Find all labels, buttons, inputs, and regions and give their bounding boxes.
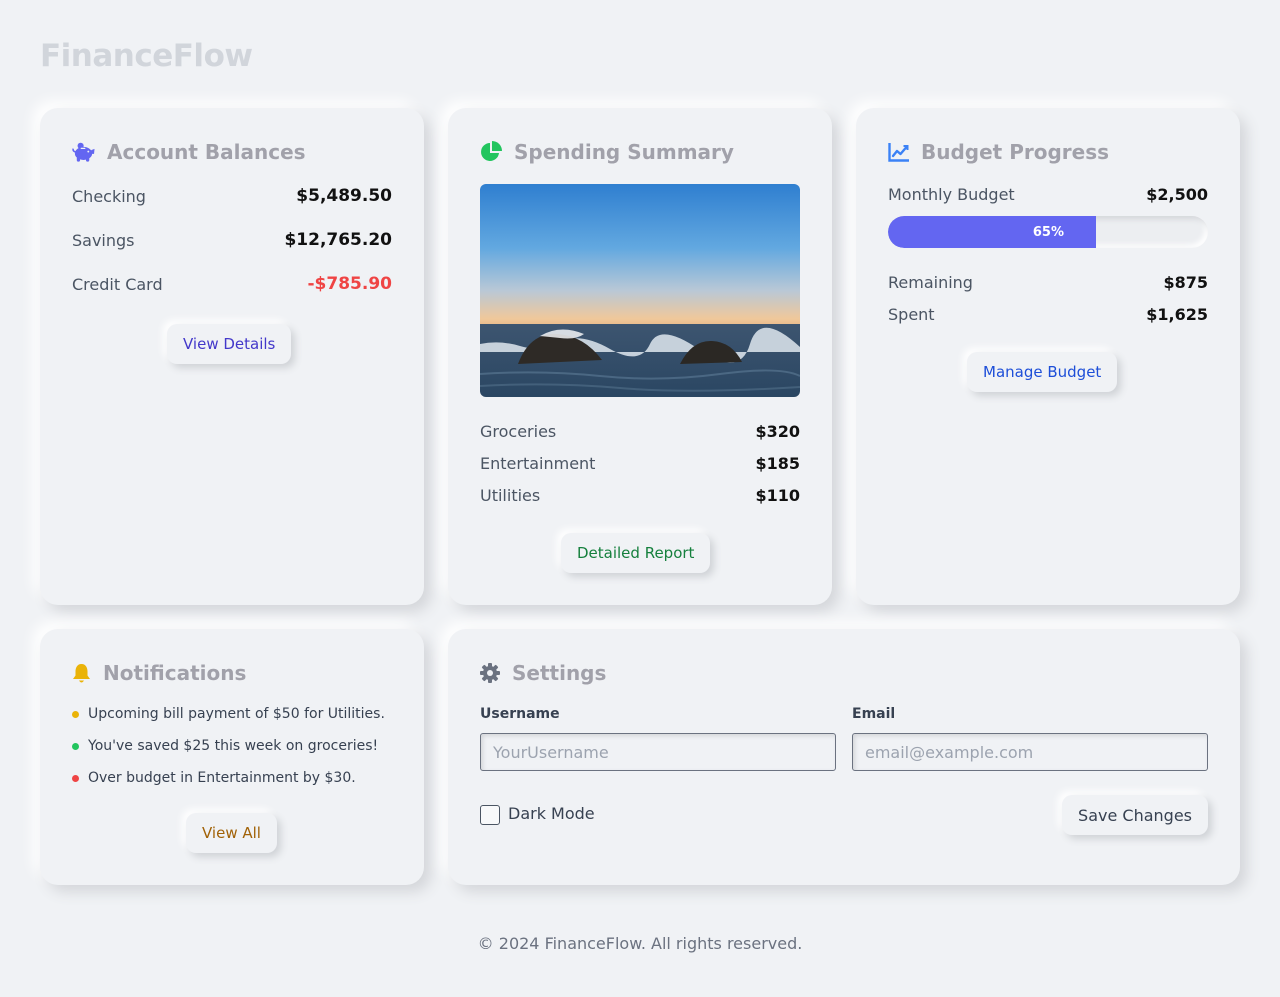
username-input[interactable] [480,733,836,771]
manage-budget-button[interactable]: Manage Budget [967,352,1118,392]
spending-summary-card: Spending Summary Groceries $320 Entertai… [448,108,832,605]
account-row-savings: Savings $12,765.20 [72,230,392,250]
budget-progress-title: Budget Progress [888,140,1109,164]
account-value: $12,765.20 [284,230,392,250]
spent-value: $1,625 [1146,305,1208,324]
spending-summary-title: Spending Summary [480,140,734,164]
budget-progress-card: Budget Progress Monthly Budget $2,500 65… [856,108,1240,605]
spending-summary-title-text: Spending Summary [514,140,734,164]
notifications-card: Notifications Upcoming bill payment of $… [40,629,424,885]
spending-label: Entertainment [480,454,596,473]
spending-value: $185 [755,454,800,473]
notification-text: Over budget in Entertainment by $30. [88,770,356,786]
settings-card: Settings Username Email Dark Mode Save C… [448,629,1240,885]
spending-label: Utilities [480,486,541,505]
spending-row-utilities: Utilities $110 [480,486,800,505]
budget-progress-title-text: Budget Progress [921,140,1110,164]
settings-title-text: Settings [512,661,607,685]
notification-text: Upcoming bill payment of $50 for Utiliti… [88,706,385,722]
view-details-button[interactable]: View Details [167,324,292,364]
notification-text: You've saved $25 this week on groceries! [88,738,379,754]
monthly-budget-label: Monthly Budget [888,185,1015,204]
notification-dot-yellow [72,710,79,718]
account-balances-card: Account Balances Checking $5,489.50 Savi… [40,108,424,605]
dark-mode-label: Dark Mode [508,804,595,823]
account-label: Savings [72,230,135,250]
remaining-row: Remaining $875 [888,273,1208,292]
email-input[interactable] [852,733,1208,771]
account-balances-title-text: Account Balances [107,140,306,164]
monthly-budget-value: $2,500 [1146,185,1208,204]
account-row-checking: Checking $5,489.50 [72,186,392,206]
footer-copyright: © 2024 FinanceFlow. All rights reserved. [477,934,803,953]
monthly-budget-row: Monthly Budget $2,500 [888,185,1208,204]
save-changes-button[interactable]: Save Changes [1062,795,1208,835]
username-label: Username [480,706,560,722]
view-all-button[interactable]: View All [186,813,277,853]
dark-mode-checkbox[interactable] [480,805,500,825]
notification-item: You've saved $25 this week on groceries! [72,738,378,754]
spending-row-groceries: Groceries $320 [480,422,800,441]
account-value-negative: -$785.90 [307,274,393,294]
remaining-label: Remaining [888,273,973,292]
bell-icon [72,663,91,684]
spending-row-entertainment: Entertainment $185 [480,454,800,473]
spending-value: $110 [755,486,800,505]
account-balances-title: Account Balances [72,140,306,164]
detailed-report-button[interactable]: Detailed Report [561,533,711,573]
account-value: $5,489.50 [296,186,392,206]
budget-progress-label: 65% [1032,224,1064,240]
line-chart-icon [888,142,909,162]
email-label: Email [852,706,896,722]
account-label: Checking [72,186,146,206]
notification-item: Over budget in Entertainment by $30. [72,770,356,786]
budget-progress-bar: 65% [888,216,1208,248]
notification-dot-red [72,774,79,782]
spending-label: Groceries [480,422,557,441]
pie-chart-icon [480,141,502,163]
ocean-photo [480,184,800,397]
gear-icon [480,663,500,683]
piggy-bank-icon [72,141,95,163]
spent-label: Spent [888,305,935,324]
brand-logo: FinanceFlow [40,38,253,74]
remaining-value: $875 [1163,273,1208,292]
account-row-credit-card: Credit Card -$785.90 [72,274,392,294]
account-label: Credit Card [72,274,163,294]
notifications-title: Notifications [72,661,246,685]
settings-title: Settings [480,661,606,685]
spending-value: $320 [755,422,800,441]
notification-item: Upcoming bill payment of $50 for Utiliti… [72,706,385,722]
notifications-title-text: Notifications [103,661,247,685]
spent-row: Spent $1,625 [888,305,1208,324]
notification-dot-green [72,742,79,750]
budget-progress-fill: 65% [888,216,1096,248]
